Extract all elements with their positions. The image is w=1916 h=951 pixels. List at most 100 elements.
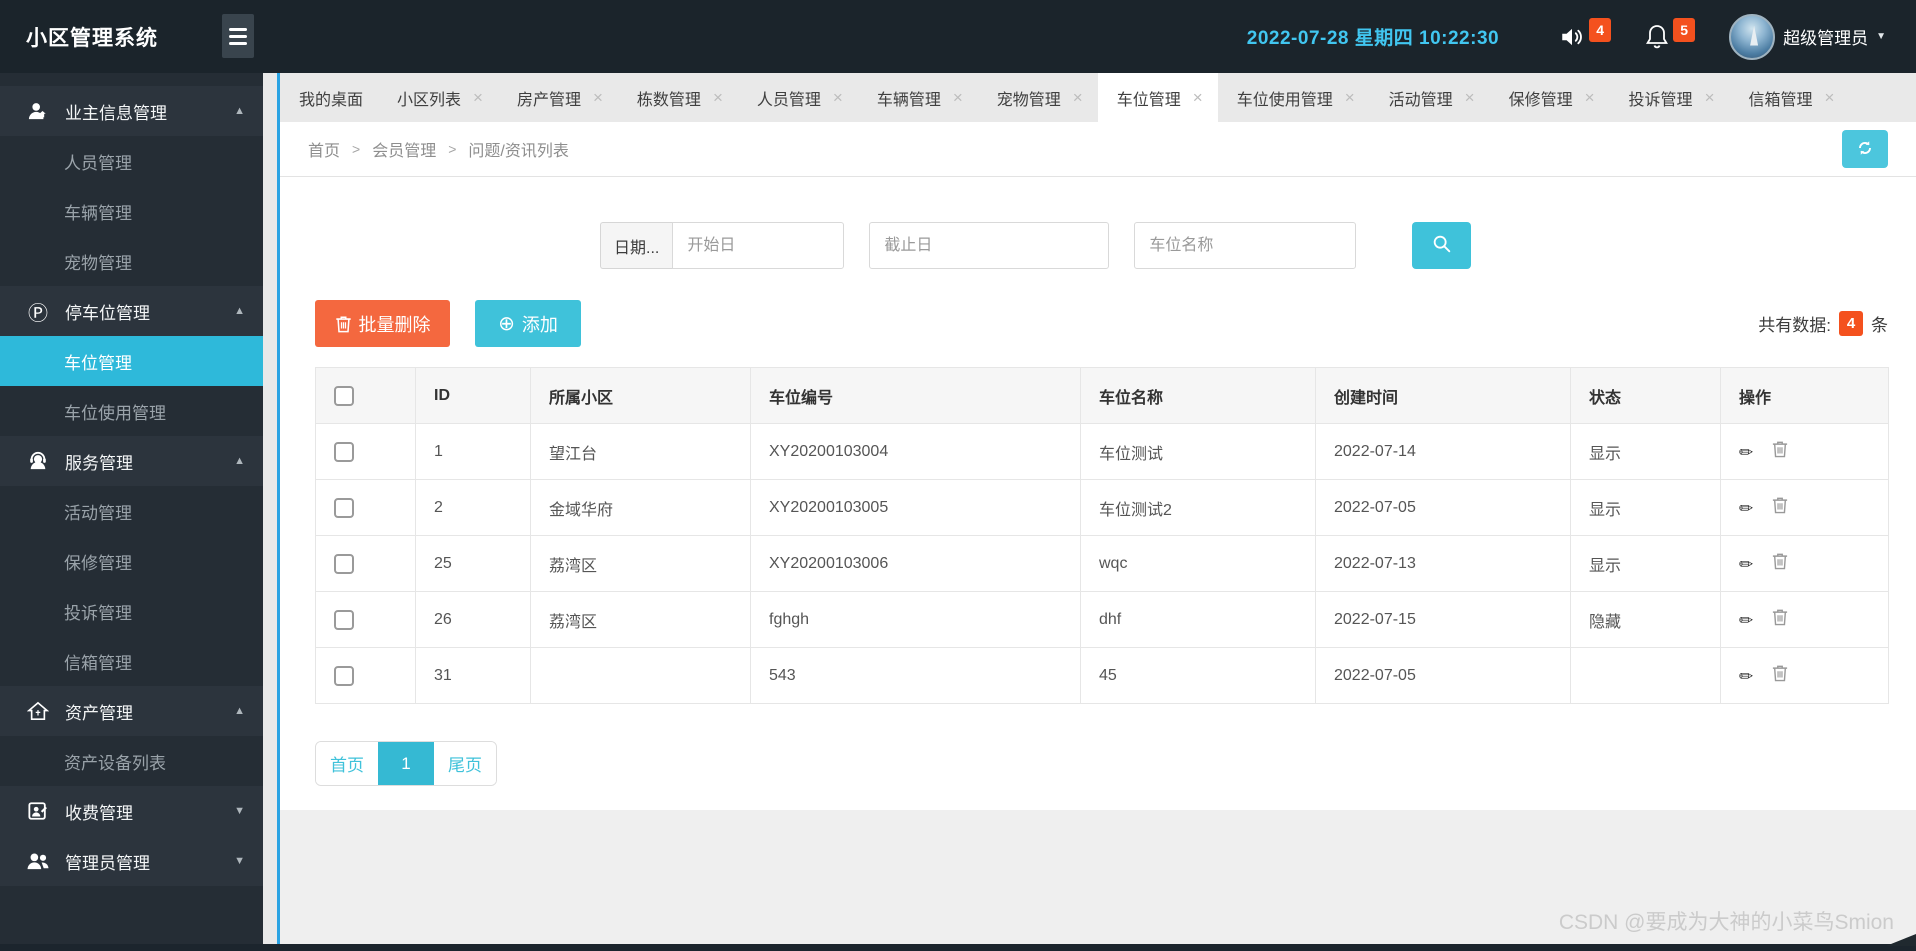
column-header-status: 状态 [1570, 367, 1721, 424]
hamburger-icon [229, 27, 247, 31]
breadcrumb-member-manage[interactable]: 会员管理 [372, 137, 436, 161]
sidebar-item-parking-manage[interactable]: 车位管理 [0, 336, 263, 386]
batch-delete-button[interactable]: 批量删除 [315, 300, 450, 347]
pagination-first[interactable]: 首页 [316, 742, 378, 785]
trash-icon [335, 315, 352, 333]
edit-icon[interactable]: ✏ [1739, 555, 1753, 575]
sidebar-item-billing[interactable]: 收费管理 ▼ [0, 786, 263, 836]
tab-community-list[interactable]: 小区列表 × [378, 73, 498, 122]
edit-icon[interactable]: ✏ [1739, 667, 1753, 687]
sidebar-item-asset[interactable]: 资产管理 ▲ [0, 686, 263, 736]
caret-up-icon: ▲ [234, 305, 245, 317]
row-checkbox[interactable] [334, 553, 354, 574]
bell-badge: 5 [1673, 17, 1696, 42]
row-checkbox[interactable] [334, 609, 354, 630]
sidebar-item-personnel[interactable]: 人员管理 [0, 136, 263, 186]
caret-up-icon: ▲ [234, 705, 245, 717]
delete-icon[interactable] [1772, 664, 1788, 685]
sound-notifications[interactable]: 4 [1559, 17, 1612, 50]
sidebar: 业主信息管理 ▲ 人员管理 车辆管理 宠物管理 Ⓟ 停车位管理 ▲ 车位管理 车… [0, 73, 263, 951]
tab-activity[interactable]: 活动管理 × [1370, 73, 1490, 122]
end-date-input[interactable] [869, 222, 1110, 269]
close-icon[interactable]: × [953, 88, 963, 108]
chevron-down-icon: ▼ [1876, 31, 1886, 42]
status-badge: 隐藏 [1570, 591, 1721, 648]
parking-name-input[interactable] [1134, 222, 1357, 269]
close-icon[interactable]: × [473, 88, 483, 108]
edit-icon[interactable]: ✏ [1739, 443, 1753, 463]
tab-parking[interactable]: 车位管理 × [1097, 73, 1218, 122]
sidebar-item-label: 收费管理 [65, 803, 133, 823]
sidebar-item-complaint[interactable]: 投诉管理 [0, 586, 263, 636]
pagination-page-1[interactable]: 1 [378, 742, 434, 785]
sidebar-item-admins[interactable]: 管理员管理 ▼ [0, 836, 263, 886]
sidebar-item-repair[interactable]: 保修管理 [0, 536, 263, 586]
close-icon[interactable]: × [1193, 88, 1203, 108]
edit-icon[interactable]: ✏ [1739, 611, 1753, 631]
caret-down-icon: ▼ [234, 805, 245, 817]
tab-bar: 我的桌面 小区列表 × 房产管理 × 栋数管理 × 人员管理 × 车辆管理 × … [280, 73, 1916, 122]
delete-icon[interactable] [1772, 552, 1788, 573]
sidebar-item-activity[interactable]: 活动管理 [0, 486, 263, 536]
close-icon[interactable]: × [1585, 88, 1595, 108]
home-icon [26, 700, 50, 722]
row-checkbox[interactable] [334, 497, 354, 518]
table-header-row: ID 所属小区 车位编号 车位名称 创建时间 状态 操作 [315, 367, 1889, 424]
pagination-last[interactable]: 尾页 [434, 742, 496, 785]
close-icon[interactable]: × [1705, 88, 1715, 108]
row-checkbox[interactable] [334, 665, 354, 686]
status-badge: 显示 [1570, 535, 1721, 592]
tab-vehicle[interactable]: 车辆管理 × [858, 73, 978, 122]
sidebar-toggle-button[interactable] [222, 14, 254, 58]
close-icon[interactable]: × [833, 88, 843, 108]
owner-user-icon [26, 100, 50, 122]
edit-icon[interactable]: ✏ [1739, 499, 1753, 519]
clock-text: 2022-07-28 星期四 10:22:30 [1246, 28, 1500, 49]
select-all-checkbox[interactable] [334, 385, 354, 406]
close-icon[interactable]: × [1465, 88, 1475, 108]
sidebar-item-service[interactable]: 服务管理 ▲ [0, 436, 263, 486]
breadcrumb-home[interactable]: 首页 [308, 137, 340, 161]
users-group-icon [26, 850, 50, 872]
delete-icon[interactable] [1772, 608, 1788, 629]
pagination: 首页 1 尾页 [315, 741, 497, 786]
tab-repair[interactable]: 保修管理 × [1490, 73, 1610, 122]
refresh-button[interactable] [1842, 130, 1888, 168]
sidebar-item-mailbox[interactable]: 信箱管理 [0, 636, 263, 686]
delete-icon[interactable] [1772, 496, 1788, 517]
close-icon[interactable]: × [593, 88, 603, 108]
tab-my-desktop[interactable]: 我的桌面 [280, 73, 378, 122]
sidebar-scroll-strip[interactable] [263, 73, 277, 951]
sidebar-item-label: 业主信息管理 [65, 103, 167, 123]
avatar[interactable] [1729, 13, 1776, 60]
user-menu[interactable]: 超级管理员 ▼ [1729, 13, 1886, 60]
parking-icon: Ⓟ [28, 302, 48, 325]
tab-building[interactable]: 栋数管理 × [618, 73, 738, 122]
tab-parking-usage[interactable]: 车位使用管理 × [1218, 73, 1370, 122]
tab-pet[interactable]: 宠物管理 × [978, 73, 1098, 122]
delete-icon[interactable] [1772, 440, 1788, 461]
close-icon[interactable]: × [713, 88, 723, 108]
row-checkbox[interactable] [334, 441, 354, 462]
close-icon[interactable]: × [1345, 88, 1355, 108]
tab-mailbox[interactable]: 信箱管理 × [1730, 73, 1850, 122]
search-button[interactable] [1412, 222, 1472, 269]
close-icon[interactable]: × [1073, 88, 1083, 108]
tab-property[interactable]: 房产管理 × [498, 73, 618, 122]
caret-down-icon: ▼ [234, 855, 245, 867]
column-header-created: 创建时间 [1315, 367, 1571, 424]
sidebar-item-asset-device-list[interactable]: 资产设备列表 [0, 736, 263, 786]
bell-notifications[interactable]: 5 [1645, 17, 1696, 50]
add-button[interactable]: ⊕ 添加 [475, 300, 581, 347]
close-icon[interactable]: × [1825, 88, 1835, 108]
sound-badge: 4 [1589, 17, 1612, 42]
sidebar-item-parking-group[interactable]: Ⓟ 停车位管理 ▲ [0, 286, 263, 336]
sidebar-item-parking-usage[interactable]: 车位使用管理 [0, 386, 263, 436]
sidebar-item-owner-info[interactable]: 业主信息管理 ▲ [0, 86, 263, 136]
sidebar-item-vehicle[interactable]: 车辆管理 [0, 186, 263, 236]
tab-personnel[interactable]: 人员管理 × [738, 73, 858, 122]
tab-complaint[interactable]: 投诉管理 × [1610, 73, 1730, 122]
sidebar-item-pet[interactable]: 宠物管理 [0, 236, 263, 286]
parking-table: ID 所属小区 车位编号 车位名称 创建时间 状态 操作 1 望江台 XY202… [315, 367, 1889, 704]
start-date-input[interactable] [672, 222, 845, 269]
